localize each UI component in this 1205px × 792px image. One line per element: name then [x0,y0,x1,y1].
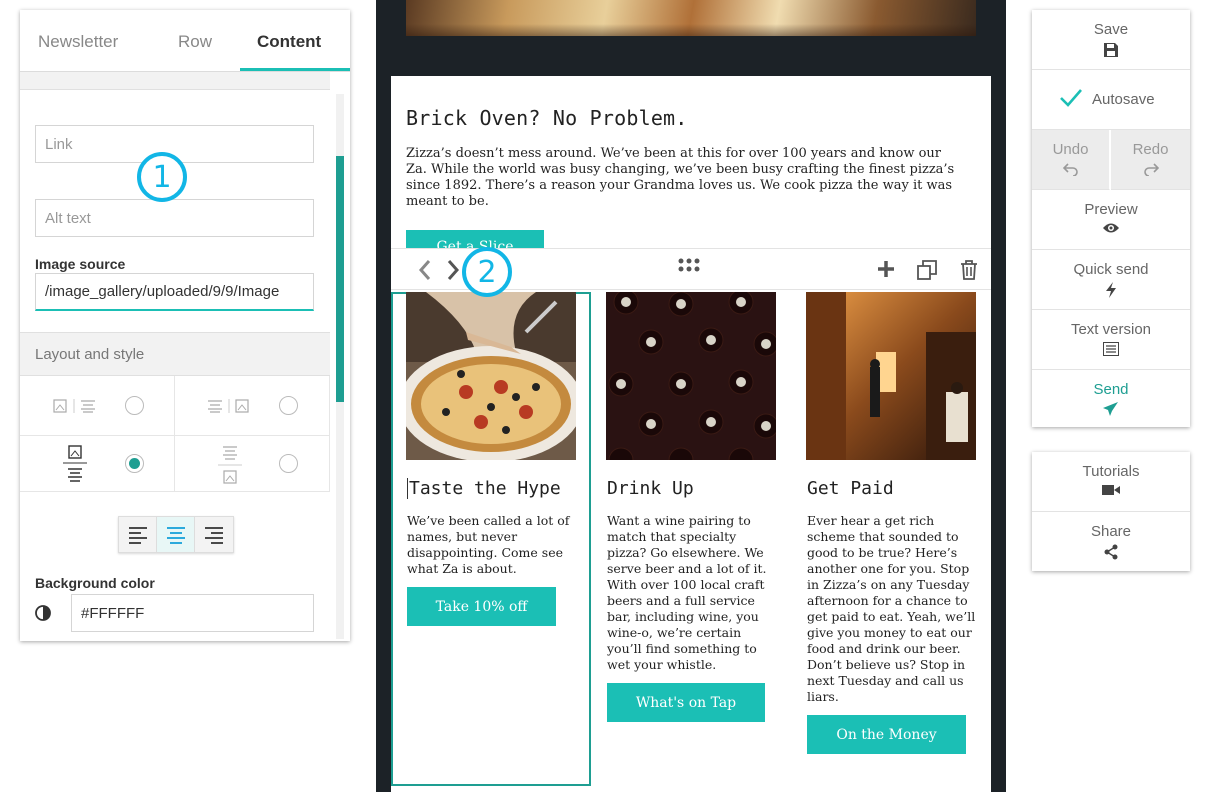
redo-label: Redo [1132,141,1169,158]
layout-and-style-header[interactable]: Layout and style [20,332,330,376]
step-marker-2: 2 [462,247,512,297]
video-camera-icon [1032,484,1190,496]
panel-tabs: Newsletter Row Content [20,10,350,72]
autosave-label: Autosave [1092,91,1155,108]
pizza-image[interactable] [406,292,576,460]
layout-option-image-top[interactable] [20,436,175,492]
redo-button[interactable]: Redo [1111,130,1190,190]
undo-label: Undo [1052,141,1089,158]
share-button[interactable]: Share [1032,512,1190,572]
layout-radio-3[interactable] [125,454,144,473]
tab-newsletter[interactable]: Newsletter [38,32,118,52]
column-1-text[interactable]: We’ve been called a lot of names, but ne… [407,513,579,577]
tab-row[interactable]: Row [178,32,212,52]
email-canvas: Brick Oven? No Problem. Zizza’s doesn’t … [376,0,1006,792]
layout-option-image-bottom[interactable] [175,436,330,492]
image-source-input[interactable] [35,273,314,311]
alignment-group [118,516,234,553]
background-color-input[interactable] [71,594,314,632]
share-label: Share [1090,523,1132,540]
preview-button[interactable]: Preview [1032,190,1190,250]
active-tab-indicator [240,68,350,71]
column-2-title[interactable]: Drink Up [607,478,694,499]
duplicate-icon[interactable] [917,260,937,283]
autosave-toggle[interactable]: Autosave [1032,70,1190,130]
alt-text-input[interactable] [35,199,314,237]
chevron-left-icon[interactable] [417,259,433,284]
layout-option-image-left[interactable] [20,376,175,436]
image-source-label: Image source [35,256,126,272]
take-10-off-button[interactable]: Take 10% off [407,587,556,626]
send-label: Send [1093,381,1129,398]
beer-bottles-image[interactable] [606,292,776,460]
lightning-icon [1032,282,1190,298]
floppy-disk-icon [1032,42,1190,58]
column-1-title[interactable]: Taste the Hype [407,478,561,499]
eye-icon [1032,222,1190,234]
column-1[interactable]: Taste the Hype We’ve been called a lot o… [391,292,591,786]
checkmark-icon [1060,89,1082,107]
quick-send-button[interactable]: Quick send [1032,250,1190,310]
column-3[interactable]: Get Paid Ever hear a get rich scheme tha… [791,292,991,786]
intro-text[interactable]: Zizza’s doesn’t mess around. We’ve been … [406,146,966,210]
paper-plane-icon [1032,402,1190,416]
hero-image[interactable] [406,0,976,36]
step-marker-1: 1 [137,152,187,202]
contrast-icon[interactable] [35,605,51,625]
column-3-title[interactable]: Get Paid [807,478,894,499]
collapsed-section-header [20,72,330,90]
redo-icon [1111,162,1190,176]
actions-panel: Save Autosave Undo Redo Preview Quick se… [1032,10,1190,427]
scrollbar-thumb[interactable] [336,156,344,402]
layout-radio-4[interactable] [279,454,298,473]
drag-handle-icon[interactable] [678,257,700,277]
column-3-text[interactable]: Ever hear a get rich scheme that sounded… [807,513,979,705]
intro-title[interactable]: Brick Oven? No Problem. [406,106,688,130]
send-button[interactable]: Send [1032,370,1190,430]
preview-label: Preview [1084,201,1138,218]
column-2-text[interactable]: Want a wine pairing to match that specia… [607,513,779,673]
save-button[interactable]: Save [1032,10,1190,70]
trash-icon[interactable] [960,260,978,283]
content-settings-panel: Newsletter Row Content Image source Layo… [20,10,350,641]
text-version-label: Text version [1070,321,1152,338]
whats-on-tap-button[interactable]: What's on Tap [607,683,765,722]
align-center-button[interactable] [157,517,195,552]
background-color-label: Background color [35,575,155,591]
layout-radio-1[interactable] [125,396,144,415]
restaurant-image[interactable] [806,292,976,460]
quick-send-label: Quick send [1073,261,1149,278]
tutorials-label: Tutorials [1082,463,1140,480]
save-label: Save [1093,21,1129,38]
get-a-slice-button[interactable]: Get a Slice [406,230,544,250]
layout-radio-2[interactable] [279,396,298,415]
text-document-icon [1032,342,1190,356]
align-right-button[interactable] [195,517,233,552]
align-left-button[interactable] [119,517,157,552]
help-panel: Tutorials Share [1032,452,1190,571]
column-2[interactable]: Drink Up Want a wine pairing to match th… [591,292,791,786]
add-icon[interactable] [877,260,895,281]
tab-content[interactable]: Content [257,32,321,52]
undo-button[interactable]: Undo [1032,130,1110,190]
on-the-money-button[interactable]: On the Money [807,715,966,754]
layout-option-image-right[interactable] [175,376,330,436]
share-icon [1032,544,1190,560]
tutorials-button[interactable]: Tutorials [1032,452,1190,512]
text-version-button[interactable]: Text version [1032,310,1190,370]
email-content-block: Brick Oven? No Problem. Zizza’s doesn’t … [391,76,991,792]
undo-icon [1032,162,1109,176]
chevron-right-icon[interactable] [445,259,461,284]
